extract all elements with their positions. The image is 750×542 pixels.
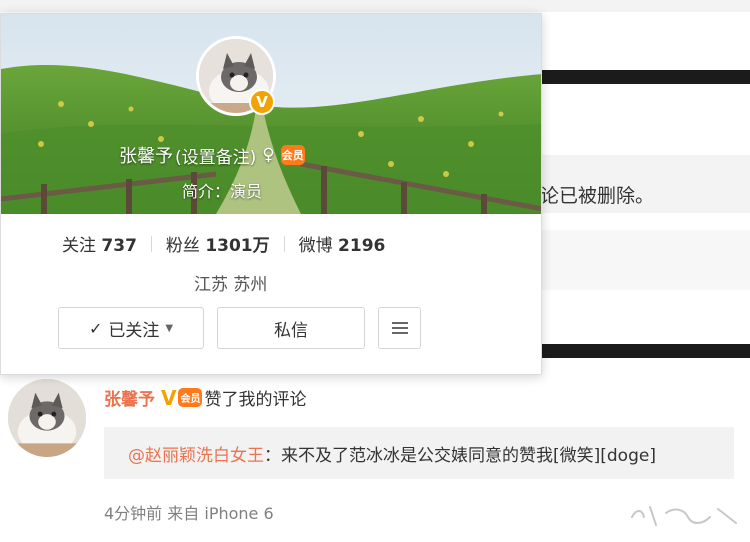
notification-action: 赞了我的评论 [204,390,307,410]
verified-icon: V [249,89,275,115]
quoted-user-link[interactable]: @赵丽颖洗白女王 [128,441,264,466]
followed-button[interactable]: ✓ 已关注 ▼ [58,307,204,349]
profile-cover-image [1,14,541,214]
notification-time[interactable]: 4分钟前 [104,504,162,523]
feed-band [540,230,750,290]
stat-value: 1301万 [205,236,270,256]
quoted-comment: @赵丽颖洗白女王 ：来不及了范冰冰是公交婊同意的赞我[微笑][doge] [104,427,734,479]
notification-meta: 4分钟前 来自 iPhone 6 [104,500,274,524]
stat-divider [150,235,152,252]
stat-following[interactable]: 关注 737 [62,231,137,256]
member-icon[interactable]: 会员 [178,388,203,407]
stat-followers[interactable]: 粉丝 1301万 [166,231,270,256]
notification-source: 来自 iPhone 6 [167,504,274,523]
message-button[interactable]: 私信 [217,307,365,349]
check-icon: ✓ [88,318,103,338]
stat-label: 微博 [298,236,333,256]
stat-posts[interactable]: 微博 2196 [299,231,386,256]
profile-name-line: 张馨予 (设置备注) ♀ 会员 [119,142,305,168]
caret-down-icon: ▼ [165,322,174,334]
stat-value: 2196 [338,236,386,256]
menu-icon [391,322,408,334]
set-remark-link[interactable]: (设置备注) [175,143,256,168]
quoted-comment-text: ：来不及了范冰冰是公交婊同意的赞我[微笑][doge] [264,445,656,466]
member-icon[interactable]: 会员 [280,145,305,165]
stat-divider [283,235,285,252]
profile-name[interactable]: 张馨予 [119,142,173,168]
profile-location: 江苏 苏州 [194,275,268,295]
feed-divider [540,344,750,358]
stat-value: 737 [101,236,137,256]
watermark-icon [631,506,737,526]
profile-stats: 关注 737 粉丝 1301万 微博 2196 [62,231,385,256]
deleted-comment-notice: 论已被删除。 [540,185,655,207]
stat-label: 粉丝 [165,236,200,256]
feed-divider [540,70,750,84]
followed-label: 已关注 [108,320,160,341]
gender-icon: ♀ [262,145,275,165]
stat-label: 关注 [62,236,96,256]
notification-user-link[interactable]: 张馨予 [104,385,155,410]
feed-band [0,0,750,12]
verified-icon: V [161,385,177,410]
notification-header: 张馨予 V 会员 赞了我的评论 [104,385,307,411]
notification-avatar[interactable] [8,379,86,457]
profile-popup-card: V 张馨予 (设置备注) ♀ 会员 简介：演员 关注 737 粉丝 1301万 … [0,13,542,375]
more-menu-button[interactable] [378,307,421,349]
profile-intro: 简介：演员 [182,182,263,201]
